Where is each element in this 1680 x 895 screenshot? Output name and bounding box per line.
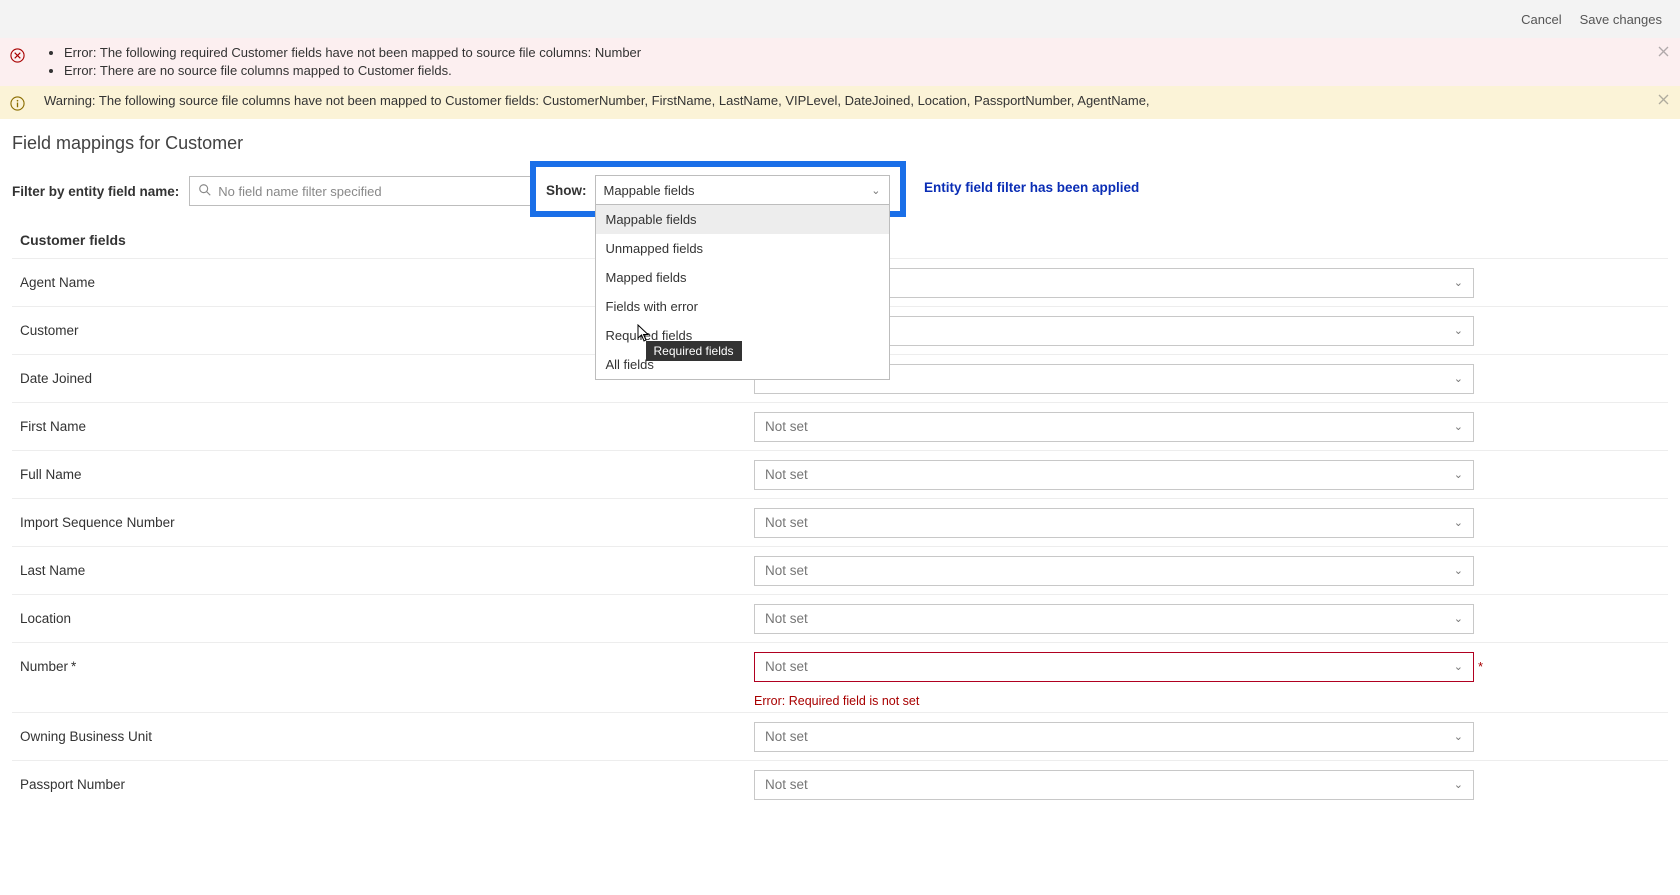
chevron-down-icon: ⌄	[1454, 324, 1463, 337]
error-indicator: *	[1478, 659, 1483, 674]
chevron-down-icon: ⌄	[1454, 778, 1463, 791]
search-icon	[198, 183, 212, 200]
field-value: Not set	[765, 659, 808, 674]
field-value-select[interactable]: Not set ⌄	[754, 412, 1474, 442]
content-area: Field mappings for Customer Filter by en…	[0, 119, 1680, 808]
chevron-down-icon: ⌄	[1454, 516, 1463, 529]
chevron-down-icon: ⌄	[1454, 276, 1463, 289]
field-row-location: Location Not set ⌄	[12, 594, 1668, 642]
chevron-down-icon: ⌄	[1454, 564, 1463, 577]
topbar: Cancel Save changes	[0, 0, 1680, 38]
field-label: Location	[20, 611, 754, 626]
error-message: Error: There are no source file columns …	[64, 62, 641, 80]
show-label: Show:	[546, 183, 587, 198]
field-label: First Name	[20, 419, 754, 434]
filter-row: Filter by entity field name: Show: Mappa…	[12, 176, 1668, 206]
chevron-down-icon: ⌄	[1454, 372, 1463, 385]
chevron-down-icon: ⌄	[871, 184, 880, 197]
chevron-down-icon: ⌄	[1454, 730, 1463, 743]
dropdown-option-unmapped[interactable]: Unmapped fields	[596, 234, 889, 263]
field-row-first-name: First Name Not set ⌄	[12, 402, 1668, 450]
show-dropdown-highlight: Show: Mappable fields ⌄ Mappable fields …	[530, 161, 906, 217]
field-label: Owning Business Unit	[20, 729, 754, 744]
show-dropdown-value: Mappable fields	[604, 183, 695, 198]
field-row-owning-bu: Owning Business Unit Not set ⌄	[12, 712, 1668, 760]
field-label: Number*	[20, 659, 754, 674]
required-indicator: *	[71, 659, 76, 674]
dropdown-option-all[interactable]: All fields	[596, 350, 889, 379]
page-title: Field mappings for Customer	[12, 133, 1668, 154]
field-label-text: Number	[20, 659, 68, 674]
filter-input[interactable]	[218, 184, 525, 199]
filter-label: Filter by entity field name:	[12, 184, 179, 199]
field-value-select[interactable]: Not set ⌄	[754, 508, 1474, 538]
close-icon[interactable]	[1656, 92, 1670, 106]
field-label: Last Name	[20, 563, 754, 578]
field-value-select[interactable]: Not set ⌄	[754, 604, 1474, 634]
dropdown-option-errors[interactable]: Fields with error	[596, 292, 889, 321]
field-value: Not set	[765, 419, 808, 434]
field-error-message: Error: Required field is not set	[12, 690, 1668, 712]
field-label: Full Name	[20, 467, 754, 482]
field-value: Not set	[765, 515, 808, 530]
warning-message: Warning: The following source file colum…	[44, 92, 1150, 110]
tooltip: Required fields	[646, 341, 742, 361]
error-alert: Error: The following required Customer f…	[0, 38, 1680, 86]
field-label: Passport Number	[20, 777, 754, 792]
field-value-select[interactable]: Not set ⌄	[754, 652, 1474, 682]
field-row-import-seq: Import Sequence Number Not set ⌄	[12, 498, 1668, 546]
dropdown-option-required[interactable]: Required fields Required fields	[596, 321, 889, 350]
warning-alert: Warning: The following source file colum…	[0, 86, 1680, 119]
show-dropdown[interactable]: Mappable fields ⌄ Mappable fields Unmapp…	[595, 175, 890, 205]
error-message: Error: The following required Customer f…	[64, 44, 641, 62]
show-dropdown-button[interactable]: Mappable fields ⌄	[595, 175, 890, 205]
mouse-cursor-icon	[637, 324, 651, 342]
field-row-passport-number: Passport Number Not set ⌄	[12, 760, 1668, 808]
field-value: Not set	[765, 777, 808, 792]
field-label: Import Sequence Number	[20, 515, 754, 530]
show-dropdown-list: Mappable fields Unmapped fields Mapped f…	[595, 205, 890, 380]
dropdown-option-mappable[interactable]: Mappable fields	[596, 205, 889, 234]
field-row-last-name: Last Name Not set ⌄	[12, 546, 1668, 594]
dropdown-option-mapped[interactable]: Mapped fields	[596, 263, 889, 292]
filter-applied-message: Entity field filter has been applied	[924, 180, 1139, 195]
field-value-select[interactable]: Not set ⌄	[754, 770, 1474, 800]
field-row-number: Number* Not set ⌄ *	[12, 642, 1668, 690]
field-value: Not set	[765, 611, 808, 626]
chevron-down-icon: ⌄	[1454, 612, 1463, 625]
close-icon[interactable]	[1656, 44, 1670, 58]
filter-input-wrap[interactable]	[189, 176, 534, 206]
field-value-select[interactable]: Not set ⌄	[754, 556, 1474, 586]
field-row-full-name: Full Name Not set ⌄	[12, 450, 1668, 498]
chevron-down-icon: ⌄	[1454, 468, 1463, 481]
cancel-button[interactable]: Cancel	[1521, 12, 1561, 27]
field-value: Not set	[765, 729, 808, 744]
field-value-select[interactable]: Not set ⌄	[754, 722, 1474, 752]
chevron-down-icon: ⌄	[1454, 660, 1463, 673]
save-button[interactable]: Save changes	[1580, 12, 1662, 27]
field-value: Not set	[765, 563, 808, 578]
field-value-select[interactable]: Not set ⌄	[754, 460, 1474, 490]
error-icon	[8, 46, 26, 64]
field-value: Not set	[765, 467, 808, 482]
chevron-down-icon: ⌄	[1454, 420, 1463, 433]
info-icon	[8, 94, 26, 112]
